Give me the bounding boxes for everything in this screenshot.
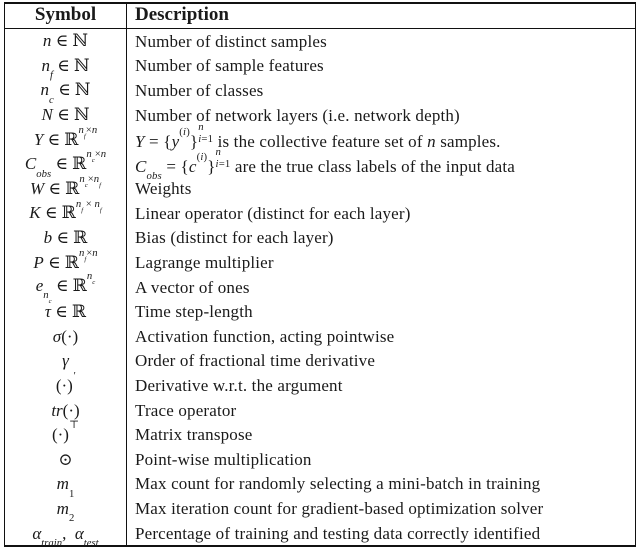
symbol-cell: σ(·)	[4, 324, 127, 349]
description-cell: Trace operator	[135, 400, 237, 420]
table-row: b ∈ ℝ Bias (distinct for each layer)	[4, 225, 636, 251]
symbol-cell: ⊙	[4, 447, 127, 472]
table-row: αtrain, αtest Percentage of training and…	[4, 520, 636, 548]
symbol-cell: m1	[4, 471, 127, 499]
notation-table-container: Symbol Description n ∈ ℕ Number of disti…	[4, 2, 636, 548]
table-row: ⊙ Point-wise multiplication	[4, 447, 636, 472]
description-cell: Derivative w.r.t. the argument	[135, 376, 343, 396]
symbol-cell: nf ∈ ℕ	[4, 53, 127, 81]
table-row: K ∈ ℝnf × nf Linear operator (distinct f…	[4, 198, 636, 226]
table-row: (·)′ Derivative w.r.t. the argument	[4, 371, 636, 398]
description-cell: Activation function, acting pointwise	[135, 326, 395, 346]
description-cell: Matrix transpose	[135, 425, 253, 445]
description-cell: Time step-length	[135, 302, 253, 322]
symbol-cell: K ∈ ℝnf × nf	[4, 198, 127, 226]
symbol-cell: αtrain, αtest	[4, 520, 127, 548]
table-header: Symbol Description	[4, 3, 636, 29]
table-body: n ∈ ℕ Number of distinct samples nf ∈ ℕ …	[4, 28, 636, 548]
header-row: Symbol Description	[4, 3, 636, 29]
symbol-cell: γ	[4, 348, 127, 374]
symbol-cell: N ∈ ℕ	[4, 102, 127, 128]
table-row: nc ∈ ℕ Number of classes	[4, 78, 636, 105]
column-header-description: Description	[126, 3, 636, 29]
table-row: tr(·) Trace operator	[4, 397, 636, 423]
description-cell: Number of distinct samples	[135, 31, 327, 51]
column-header-symbol: Symbol	[4, 3, 127, 29]
symbol-cell: b ∈ ℝ	[4, 225, 127, 251]
description-cell: Cobs = {c(i)} n i=1 are the true class lab…	[135, 145, 516, 183]
symbol-cell: m2	[4, 496, 127, 524]
description-cell: Max iteration count for gradient-based o…	[135, 499, 544, 519]
table-row: γ Order of fractional time derivative	[4, 348, 636, 374]
description-cell: Weights	[135, 179, 192, 199]
symbol-cell: (·)′	[4, 371, 127, 398]
notation-table: Symbol Description n ∈ ℕ Number of disti…	[4, 2, 636, 548]
symbol-cell: Cobs ∈ ℝnc×n	[4, 149, 127, 179]
table-row: enc ∈ ℝnc A vector of ones	[4, 271, 636, 305]
description-cell: Max count for randomly selecting a mini-…	[135, 474, 541, 494]
symbol-cell: nc ∈ ℕ	[4, 78, 127, 105]
table-row: σ(·) Activation function, acting pointwi…	[4, 324, 636, 349]
table-row: n ∈ ℕ Number of distinct samples	[4, 28, 636, 54]
description-cell: Lagrange multiplier	[135, 253, 274, 273]
symbol-cell: τ ∈ ℝ	[4, 299, 127, 325]
symbol-cell: tr(·)	[4, 397, 127, 423]
symbol-cell: n ∈ ℕ	[4, 28, 127, 54]
table-row: (·)⊤ Matrix transpose	[4, 420, 636, 448]
symbol-cell: W ∈ ℝnc×nf	[4, 174, 127, 202]
description-cell: Order of fractional time derivative	[135, 351, 376, 371]
description-cell: Percentage of training and testing data …	[135, 523, 541, 543]
table-row: P ∈ ℝnf×n Lagrange multiplier	[4, 247, 636, 275]
table-row: N ∈ ℕ Number of network layers (i.e. net…	[4, 102, 636, 128]
description-cell: Point-wise multiplication	[135, 449, 312, 469]
symbol-cell: Y ∈ ℝnf×n	[4, 124, 127, 152]
table-row: τ ∈ ℝ Time step-length	[4, 299, 636, 325]
description-cell: Number of sample features	[135, 56, 324, 76]
table-row: m1 Max count for randomly selecting a mi…	[4, 471, 636, 499]
description-cell: Bias (distinct for each layer)	[135, 228, 334, 248]
description-cell: Linear operator (distinct for each layer…	[135, 203, 411, 223]
table-row: nf ∈ ℕ Number of sample features	[4, 53, 636, 81]
symbol-cell: enc ∈ ℝnc	[4, 271, 127, 305]
description-cell: Number of classes	[135, 80, 264, 100]
symbol-cell: (·)⊤	[4, 420, 127, 448]
description-cell: A vector of ones	[135, 277, 250, 297]
table-row: m2 Max iteration count for gradient-base…	[4, 496, 636, 524]
description-cell: Y = {y(i)} n i=1 is the collective feature…	[135, 120, 501, 152]
symbol-cell: P ∈ ℝnf×n	[4, 247, 127, 275]
